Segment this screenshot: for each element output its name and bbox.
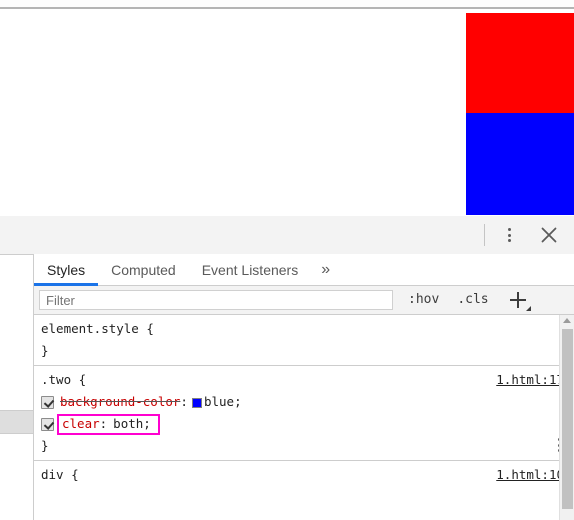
hov-toggle-button[interactable]: :hov [402, 290, 445, 310]
close-icon[interactable] [538, 224, 560, 246]
declaration-colon: : [99, 416, 108, 431]
red-float-box [466, 13, 574, 113]
rule-element-style[interactable]: element.style { } [34, 315, 574, 366]
rule-selector-line[interactable]: .two { 1.html:17 [34, 369, 574, 391]
rule-closing-brace: } [41, 438, 49, 453]
color-swatch[interactable] [191, 398, 202, 408]
tabs-overflow-label: » [321, 260, 331, 278]
scroll-up-arrow-icon[interactable] [563, 318, 571, 323]
tab-event-listeners-label: Event Listeners [201, 261, 299, 278]
cls-toggle-button[interactable]: .cls [451, 290, 494, 310]
tab-computed-label: Computed [111, 261, 176, 278]
scrollbar-thumb[interactable] [562, 329, 573, 509]
declaration-checkbox[interactable] [41, 417, 54, 431]
declaration-value[interactable]: both [113, 413, 143, 435]
rule-div[interactable]: div { 1.html:10 [34, 461, 574, 489]
rule-closing-brace: } [41, 343, 49, 358]
screenshot-root: Styles Computed Event Listeners » Filter [0, 0, 574, 520]
styles-scrollbar[interactable] [559, 315, 574, 520]
declaration-value[interactable]: blue [204, 391, 234, 413]
browser-chrome-divider [0, 7, 574, 9]
dom-tree-selected-row[interactable] [0, 411, 33, 433]
rule-source-link[interactable]: 1.html:10 [496, 464, 564, 486]
tab-event-listeners[interactable]: Event Listeners [189, 254, 312, 285]
blue-clear-box [466, 113, 574, 215]
tab-styles-label: Styles [47, 261, 86, 278]
declaration-clear[interactable]: clear : both ; [34, 413, 574, 435]
declaration-property[interactable]: clear [62, 413, 100, 435]
declaration-semicolon: ; [143, 416, 151, 431]
toolbar-divider [484, 224, 485, 246]
rule-selector-line[interactable]: element.style { [34, 318, 574, 340]
declaration-background-color[interactable]: background-color : blue ; [34, 391, 574, 413]
rule-selector-line[interactable]: div { 1.html:10 [34, 464, 574, 486]
declaration-highlight-box: clear : both ; [57, 413, 160, 435]
rule-closing-line: } [34, 435, 574, 457]
tabs-overflow-icon[interactable]: » [311, 254, 340, 285]
rule-source-link[interactable]: 1.html:17 [496, 369, 564, 391]
tab-styles[interactable]: Styles [34, 254, 99, 286]
declaration-colon: : [180, 394, 188, 409]
filter-input[interactable]: Filter [39, 290, 393, 310]
rule-closing-line: } [34, 340, 574, 362]
page-viewport [0, 0, 574, 216]
declaration-property[interactable]: background-color [60, 391, 180, 413]
tab-computed[interactable]: Computed [98, 254, 189, 285]
rule-selector: element.style { [41, 321, 154, 336]
browser-chrome-strip [0, 0, 574, 7]
rule-selector: div { [41, 467, 79, 482]
sidebar-tabbar: Styles Computed Event Listeners » [34, 254, 574, 286]
styles-sidebar-pane: Styles Computed Event Listeners » Filter [34, 254, 574, 520]
rule-selector: .two { [41, 372, 87, 387]
declaration-semicolon: ; [234, 394, 242, 409]
rule-two[interactable]: .two { 1.html:17 background-color : blue… [34, 366, 574, 461]
cls-label: .cls [457, 292, 489, 307]
hov-label: :hov [408, 292, 440, 307]
filter-placeholder: Filter [46, 292, 75, 308]
styles-filter-row: Filter :hov .cls [34, 286, 574, 315]
more-vertical-icon[interactable] [500, 226, 518, 244]
devtools-toolbar [0, 216, 574, 255]
devtools-panel: Styles Computed Event Listeners » Filter [0, 216, 574, 520]
dom-tree-strip[interactable] [0, 254, 34, 520]
plus-icon[interactable] [507, 289, 531, 311]
css-rules-list[interactable]: element.style { } .two { 1.html:17 backg… [34, 315, 574, 520]
declaration-checkbox[interactable] [41, 395, 54, 409]
